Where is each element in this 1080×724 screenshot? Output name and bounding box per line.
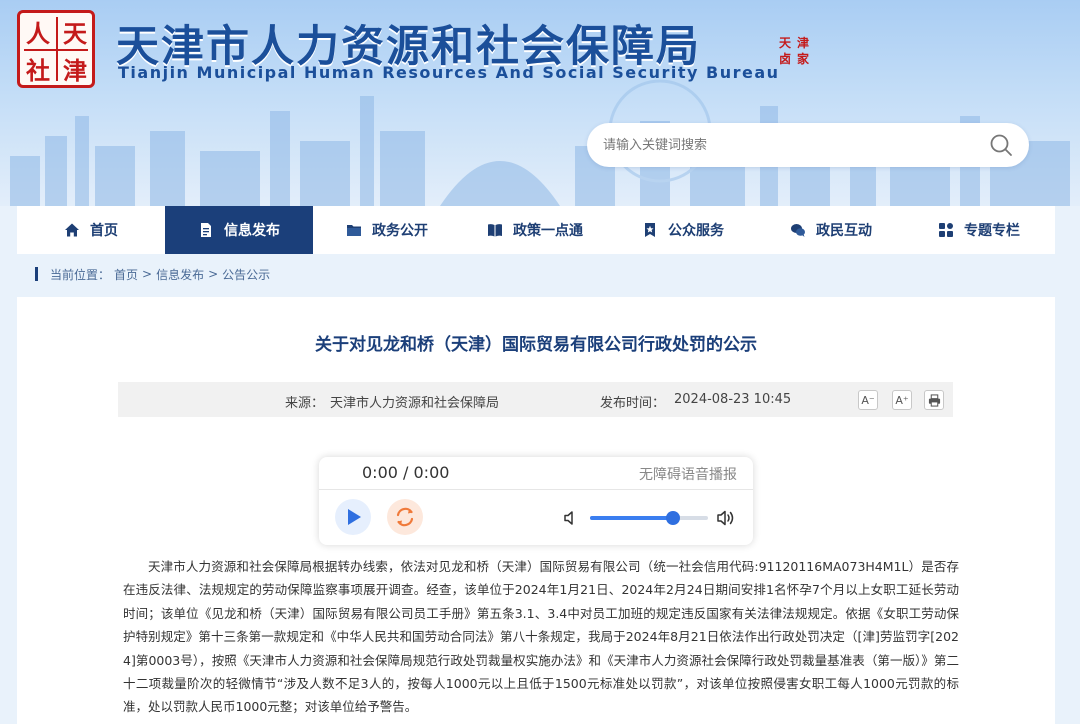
site-subtitle: Tianjin Municipal Human Resources And So… [118, 63, 780, 82]
play-button[interactable] [335, 499, 371, 535]
main-nav: 首页 信息发布 政务公开 政策一点通 公众服务 政民互动 专题专栏 [17, 206, 1055, 254]
article-meta-bar: 来源： 天津市人力资源和社会保障局 发布时间： 2024-08-23 10:45… [118, 382, 953, 417]
document-icon [201, 223, 211, 237]
nav-item-public-service[interactable]: 公众服务 [609, 206, 757, 254]
breadcrumb-prefix: 当前位置： [50, 267, 111, 282]
breadcrumb-separator: > [142, 267, 153, 281]
stamp-char: 家 [797, 52, 810, 66]
nav-item-policy[interactable]: 政策一点通 [461, 206, 609, 254]
nav-item-label: 政民互动 [816, 223, 872, 239]
source-label: 来源： [285, 396, 325, 411]
breadcrumb-marker [35, 267, 38, 281]
volume-slider[interactable] [590, 511, 708, 525]
breadcrumb: 当前位置： 首页 > 信息发布 > 公告公示 [35, 266, 274, 282]
article-title: 关于对见龙和桥（天津）国际贸易有限公司行政处罚的公示 [315, 335, 757, 355]
seal-char: 人 [26, 18, 50, 48]
volume-slider-handle[interactable] [665, 511, 680, 525]
breadcrumb-link-info-release[interactable]: 信息发布 [156, 266, 204, 283]
search-input[interactable] [603, 133, 963, 157]
seal-char: 津 [63, 55, 87, 85]
breadcrumb-link-home[interactable]: 首页 [114, 266, 138, 283]
breadcrumb-link-announcements[interactable]: 公告公示 [222, 266, 270, 283]
replay-icon [396, 507, 414, 527]
nav-item-info-release[interactable]: 信息发布 [165, 206, 313, 254]
search-bar [587, 123, 1029, 167]
play-icon [348, 509, 361, 525]
article-container: 关于对见龙和桥（天津）国际贸易有限公司行政处罚的公示 来源： 天津市人力资源和社… [17, 297, 1055, 724]
site-header: 人 天 社 津 天津市人力资源和社会保障局 Tianjin Municipal … [0, 0, 1080, 206]
seal-char: 天 [63, 18, 87, 48]
audio-player: 0:00 / 0:00 无障碍语音播报 [319, 457, 753, 545]
publish-time-value: 2024-08-23 10:45 [674, 392, 792, 407]
stamp-char: 津 [797, 36, 810, 50]
search-icon[interactable] [989, 133, 1013, 157]
breadcrumb-separator: > [208, 267, 219, 281]
nav-item-interaction[interactable]: 政民互动 [757, 206, 905, 254]
book-icon [488, 224, 502, 237]
nav-item-gov-affairs[interactable]: 政务公开 [313, 206, 461, 254]
volume-slider-fill [590, 516, 673, 520]
tianjin-stamp-logo: 天 津 卤 家 [775, 33, 819, 77]
nav-item-label: 专题专栏 [964, 223, 1020, 239]
nav-item-label: 政务公开 [372, 223, 428, 239]
stamp-char: 卤 [779, 52, 792, 66]
replay-button[interactable] [387, 499, 423, 535]
source-value: 天津市人力资源和社会保障局 [330, 396, 500, 411]
print-button[interactable] [924, 390, 944, 410]
grid-icon [939, 223, 953, 237]
audio-player-label: 无障碍语音播报 [639, 467, 737, 483]
nav-item-home[interactable]: 首页 [17, 206, 165, 254]
folder-icon [347, 225, 361, 236]
volume-up-icon[interactable] [716, 508, 736, 528]
stamp-char: 天 [779, 36, 792, 50]
nav-item-label: 政策一点通 [513, 223, 583, 239]
seal-char: 社 [26, 55, 50, 85]
publish-time-label: 发布时间： [600, 396, 666, 411]
nav-item-label: 信息发布 [224, 223, 280, 239]
audio-time: 0:00 / 0:00 [362, 463, 450, 482]
bureau-logo-seal: 人 天 社 津 [17, 10, 95, 88]
article-body: 天津市人力资源和社会保障局根据转办线索，依法对见龙和桥（天津）国际贸易有限公司（… [123, 559, 959, 715]
chat-icon [791, 224, 805, 237]
home-icon [65, 223, 79, 237]
font-larger-button[interactable]: A⁺ [892, 390, 912, 410]
printer-icon [928, 393, 940, 407]
nav-item-label: 首页 [90, 223, 118, 239]
volume-mute-icon[interactable] [562, 509, 580, 527]
nav-item-special-topics[interactable]: 专题专栏 [905, 206, 1053, 254]
player-divider [319, 489, 753, 490]
bookmark-star-icon [645, 223, 655, 237]
nav-item-label: 公众服务 [668, 223, 724, 239]
font-smaller-button[interactable]: A⁻ [858, 390, 878, 410]
